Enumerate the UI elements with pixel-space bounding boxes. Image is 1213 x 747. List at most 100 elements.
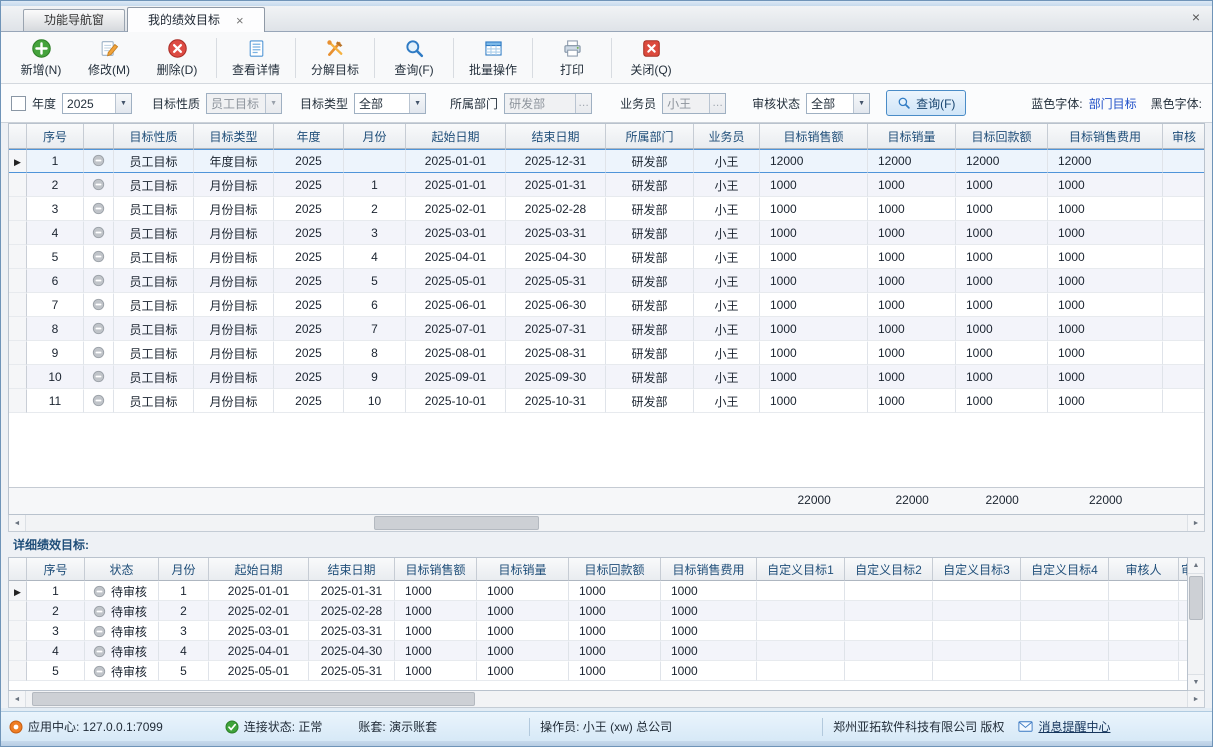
grid-cell[interactable]: 2025-10-31: [506, 389, 606, 413]
grid-cell[interactable]: 1000: [1048, 341, 1163, 365]
grid-cell[interactable]: 1000: [956, 221, 1048, 245]
grid-cell[interactable]: 10: [344, 389, 406, 413]
grid-cell[interactable]: 2025-05-01: [209, 661, 309, 681]
tab-function-nav[interactable]: 功能导航窗: [23, 9, 125, 31]
grid-cell[interactable]: 员工目标: [114, 173, 194, 197]
grid-cell[interactable]: 月份目标: [194, 269, 274, 293]
grid-cell[interactable]: [845, 601, 933, 621]
grid-cell[interactable]: [1109, 661, 1179, 681]
grid-cell[interactable]: 1: [27, 149, 84, 173]
grid-cell[interactable]: [1179, 601, 1188, 621]
main-column-header[interactable]: 业务员: [694, 124, 760, 149]
grid-cell[interactable]: 1000: [956, 317, 1048, 341]
grid-cell[interactable]: 研发部: [606, 365, 694, 389]
detail-column-header[interactable]: 审核人: [1109, 558, 1179, 581]
grid-cell[interactable]: 1: [344, 173, 406, 197]
main-column-header[interactable]: 审核: [1163, 124, 1205, 149]
grid-cell[interactable]: 年度目标: [194, 149, 274, 173]
grid-cell[interactable]: 1000: [395, 581, 477, 601]
main-column-header[interactable]: 目标销售费用: [1048, 124, 1163, 149]
audit-status-select[interactable]: 全部 ▼: [806, 93, 870, 114]
grid-cell[interactable]: 2025: [274, 173, 344, 197]
grid-cell[interactable]: 1000: [868, 365, 956, 389]
grid-cell[interactable]: 1000: [760, 269, 868, 293]
grid-cell[interactable]: 1000: [1048, 221, 1163, 245]
grid-cell[interactable]: 5: [27, 245, 84, 269]
year-select[interactable]: 2025 ▼: [62, 93, 132, 114]
grid-cell[interactable]: 月份目标: [194, 245, 274, 269]
grid-cell[interactable]: 员工目标: [114, 293, 194, 317]
grid-cell[interactable]: 小王: [694, 341, 760, 365]
grid-cell[interactable]: 研发部: [606, 317, 694, 341]
filter-query-button[interactable]: 查询(F): [886, 90, 966, 116]
detail-column-header[interactable]: 自定义目标4: [1021, 558, 1109, 581]
close-button[interactable]: 关闭(Q): [617, 35, 685, 81]
grid-cell[interactable]: 2025-01-01: [406, 149, 506, 173]
grid-cell[interactable]: 1000: [477, 641, 569, 661]
grid-cell[interactable]: 12000: [1048, 149, 1163, 173]
detail-vscroll-track[interactable]: [1188, 574, 1204, 674]
grid-cell[interactable]: [1021, 601, 1109, 621]
grid-cell[interactable]: 2025: [274, 245, 344, 269]
grid-cell[interactable]: [1163, 197, 1205, 221]
grid-cell[interactable]: 2025-03-31: [309, 621, 395, 641]
main-column-header[interactable]: 目标回款额: [956, 124, 1048, 149]
grid-cell[interactable]: 2025-08-01: [406, 341, 506, 365]
grid-cell[interactable]: 1000: [661, 661, 757, 681]
grid-cell[interactable]: [757, 581, 845, 601]
main-grid-row[interactable]: 3员工目标月份目标202522025-02-012025-02-28研发部小王1…: [9, 197, 1205, 221]
grid-cell[interactable]: [933, 661, 1021, 681]
grid-cell[interactable]: 员工目标: [114, 341, 194, 365]
chevron-down-icon[interactable]: ▼: [115, 94, 131, 113]
grid-cell[interactable]: 2025-05-31: [309, 661, 395, 681]
grid-cell[interactable]: [933, 581, 1021, 601]
print-button[interactable]: 打印: [538, 35, 606, 81]
main-grid-hscrollbar[interactable]: ◄ ►: [8, 515, 1205, 532]
detail-column-header[interactable]: 月份: [159, 558, 209, 581]
main-column-header[interactable]: 结束日期: [506, 124, 606, 149]
grid-cell[interactable]: 1000: [477, 621, 569, 641]
grid-cell[interactable]: 1000: [1048, 365, 1163, 389]
grid-cell[interactable]: [1021, 641, 1109, 661]
scroll-left-icon[interactable]: ◄: [9, 515, 26, 531]
grid-cell[interactable]: 1000: [868, 269, 956, 293]
grid-cell[interactable]: 10: [27, 365, 84, 389]
grid-cell[interactable]: 2025-06-01: [406, 293, 506, 317]
detail-column-header[interactable]: 结束日期: [309, 558, 395, 581]
grid-cell[interactable]: 2025-06-30: [506, 293, 606, 317]
grid-cell[interactable]: [1163, 293, 1205, 317]
grid-cell[interactable]: 2025-04-30: [309, 641, 395, 661]
grid-cell[interactable]: [1163, 149, 1205, 173]
grid-cell[interactable]: [1179, 581, 1188, 601]
grid-cell[interactable]: [845, 661, 933, 681]
grid-cell[interactable]: [344, 149, 406, 173]
grid-cell[interactable]: 1000: [1048, 317, 1163, 341]
grid-cell[interactable]: 3: [27, 621, 85, 641]
grid-cell[interactable]: 2025: [274, 341, 344, 365]
grid-cell[interactable]: 1000: [760, 173, 868, 197]
grid-cell[interactable]: 1000: [1048, 269, 1163, 293]
grid-cell[interactable]: 1000: [661, 581, 757, 601]
grid-cell[interactable]: 1000: [477, 601, 569, 621]
grid-cell[interactable]: 1000: [868, 221, 956, 245]
grid-cell[interactable]: 2025-02-01: [209, 601, 309, 621]
main-grid-row[interactable]: 4员工目标月份目标202532025-03-012025-03-31研发部小王1…: [9, 221, 1205, 245]
grid-cell[interactable]: 2025-09-30: [506, 365, 606, 389]
grid-cell[interactable]: 2025-03-01: [406, 221, 506, 245]
grid-cell[interactable]: 研发部: [606, 389, 694, 413]
grid-cell[interactable]: 1000: [569, 581, 661, 601]
detail-grid-hscrollbar[interactable]: ◄ ►: [8, 691, 1205, 708]
main-grid-row[interactable]: 8员工目标月份目标202572025-07-012025-07-31研发部小王1…: [9, 317, 1205, 341]
grid-cell[interactable]: 1000: [956, 245, 1048, 269]
grid-cell[interactable]: 9: [344, 365, 406, 389]
grid-cell[interactable]: 员工目标: [114, 365, 194, 389]
grid-cell[interactable]: 2: [27, 173, 84, 197]
grid-cell[interactable]: 2: [27, 601, 85, 621]
main-grid-row[interactable]: 2员工目标月份目标202512025-01-012025-01-31研发部小王1…: [9, 173, 1205, 197]
department-field[interactable]: 研发部 …: [504, 93, 592, 114]
tab-performance-goals[interactable]: 我的绩效目标 ×: [127, 7, 265, 32]
grid-cell[interactable]: 1000: [868, 245, 956, 269]
detail-column-header[interactable]: 序号: [27, 558, 85, 581]
window-close-icon[interactable]: ×: [1192, 10, 1200, 24]
grid-cell[interactable]: [845, 641, 933, 661]
